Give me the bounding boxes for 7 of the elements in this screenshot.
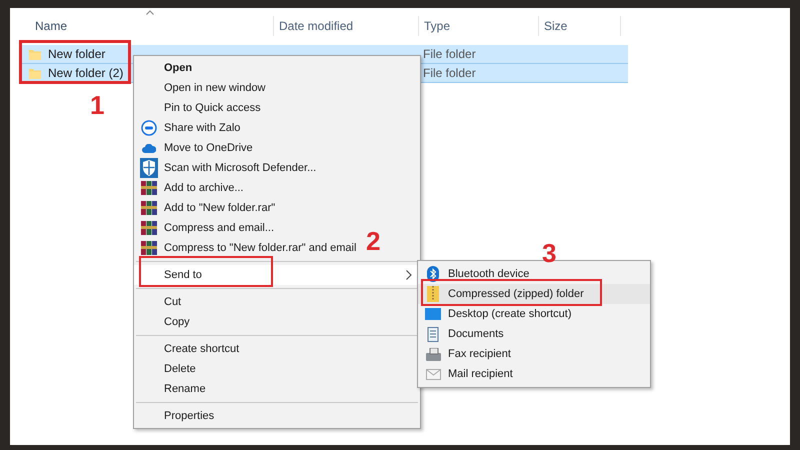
step-number: 2 [366, 226, 380, 256]
step-number: 1 [90, 90, 104, 120]
file-type: File folder [423, 47, 476, 61]
file-type: File folder [423, 66, 476, 80]
file-name: New folder [48, 46, 106, 63]
step-number: 3 [542, 238, 556, 268]
file-name: New folder (2) [48, 65, 124, 82]
